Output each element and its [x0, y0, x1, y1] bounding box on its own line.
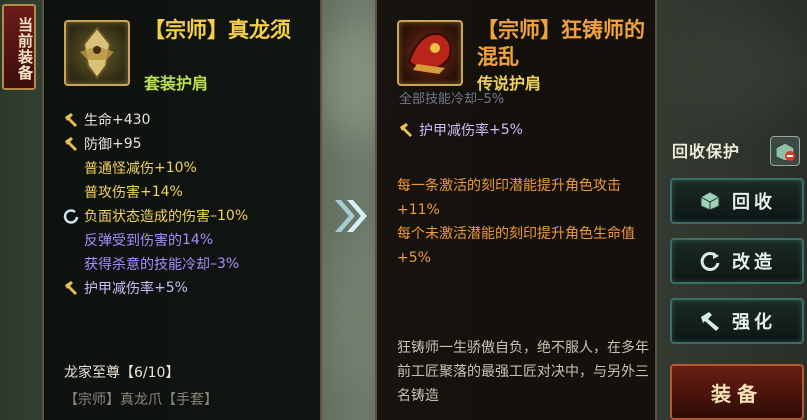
stat-value: +95 [112, 136, 142, 152]
set-item: 【宗师】真龙爪【手套】 [64, 392, 218, 408]
enhance-button[interactable]: 强化 [670, 298, 804, 344]
stat-value: +10% [154, 160, 197, 176]
stat-value: +5% [489, 122, 523, 138]
item-type: 套装护肩 [144, 74, 209, 93]
stat-label: 反弹受到伤害的 [84, 233, 182, 249]
stat-row: 生命 +430 [62, 108, 312, 132]
item-name: 【宗师】真龙须 [144, 17, 291, 42]
stat-label: 普攻伤害 [84, 185, 140, 201]
reforge-button[interactable]: 改造 [670, 238, 804, 284]
refresh-icon [62, 207, 80, 225]
background-blur [660, 20, 807, 120]
stat-value: +14% [140, 184, 183, 200]
recycle-button[interactable]: 回收 [670, 178, 804, 224]
hammer-icon [62, 111, 80, 129]
stat-row: 获得杀意的技能冷却 –3% [62, 252, 312, 276]
item-icon [397, 20, 463, 86]
item-header: 【宗师】狂铸师的混乱 传说护肩 [391, 12, 647, 96]
stat-value: –3% [210, 256, 240, 272]
lock-box-icon [775, 142, 795, 162]
stat-label: 负面状态造成的伤害 [84, 209, 210, 225]
recycle-icon [698, 189, 722, 213]
stat-label: 防御 [84, 137, 112, 153]
current-item-panel: 【宗师】真龙须 套装护肩 生命 +430 防御 +95 普通怪减伤 +10% 普攻伤害 +14… [42, 0, 322, 420]
stat-label: 获得杀意的技能冷却 [84, 257, 210, 273]
stat-value: –10% [210, 208, 249, 224]
stat-value: +430 [112, 112, 151, 128]
recycle-protect-label: 回收保护 [672, 142, 741, 161]
stat-row: 反弹受到伤害的 14% [62, 228, 312, 252]
item-effect-description: 每一条激活的刻印潜能提升角色攻击+11% 每个未激活潜能的刻印提升角色生命值+5% [397, 174, 653, 270]
partial-stat: 全部技能冷却–5% [399, 92, 505, 107]
stat-value: 14% [182, 232, 214, 248]
item-stats: 生命 +430 防御 +95 普通怪减伤 +10% 普攻伤害 +14% 负面状态造成的伤害 –10… [62, 108, 312, 300]
equip-label: 装备 [711, 381, 763, 406]
set-title: 龙家至尊【6/10】 [64, 365, 180, 381]
refresh-icon [698, 249, 722, 273]
item-lore: 狂铸师一生骄傲自负，绝不服人，在多年前工匠聚落的最强工匠对决中，与另外三名铸造 [397, 340, 649, 404]
recycle-protect-toggle[interactable] [770, 136, 800, 166]
stat-row: 负面状态造成的伤害 –10% [62, 204, 312, 228]
stat-label: 护甲减伤率 [84, 281, 154, 297]
stat-row: 护甲减伤率 +5% [397, 120, 523, 140]
effect-line: 每个未激活潜能的刻印提升角色生命值+5% [397, 226, 635, 266]
stat-value: +5% [154, 280, 188, 296]
effect-line: 每一条激活的刻印潜能提升角色攻击+11% [397, 178, 621, 218]
item-name: 【宗师】狂铸师的混乱 [477, 17, 645, 69]
item-header: 【宗师】真龙须 套装护肩 [58, 12, 312, 96]
stat-row: 防御 +95 [62, 132, 312, 156]
compare-arrow-icon [333, 196, 369, 236]
hammer-icon [62, 279, 80, 297]
stat-row: 普通怪减伤 +10% [62, 156, 312, 180]
reforge-label: 改造 [732, 252, 776, 273]
stat-label: 普通怪减伤 [84, 161, 154, 177]
stat-row: 护甲减伤率 +5% [62, 276, 312, 300]
hammer-icon [62, 135, 80, 153]
enhance-label: 强化 [732, 312, 776, 333]
stat-label: 生命 [84, 113, 112, 129]
equip-button[interactable]: 装备 [670, 364, 804, 420]
stat-row: 普攻伤害 +14% [62, 180, 312, 204]
recycle-label: 回收 [732, 192, 776, 213]
item-icon [64, 20, 130, 86]
current-equipment-tag[interactable]: 当前装备 [2, 4, 36, 90]
hammer-icon [397, 121, 415, 139]
new-item-panel: 【宗师】狂铸师的混乱 传说护肩 全部技能冷却–5% 护甲减伤率 +5% 每一条激活… [375, 0, 657, 420]
stat-label: 护甲减伤率 [419, 123, 489, 139]
hammer-icon [698, 309, 722, 333]
